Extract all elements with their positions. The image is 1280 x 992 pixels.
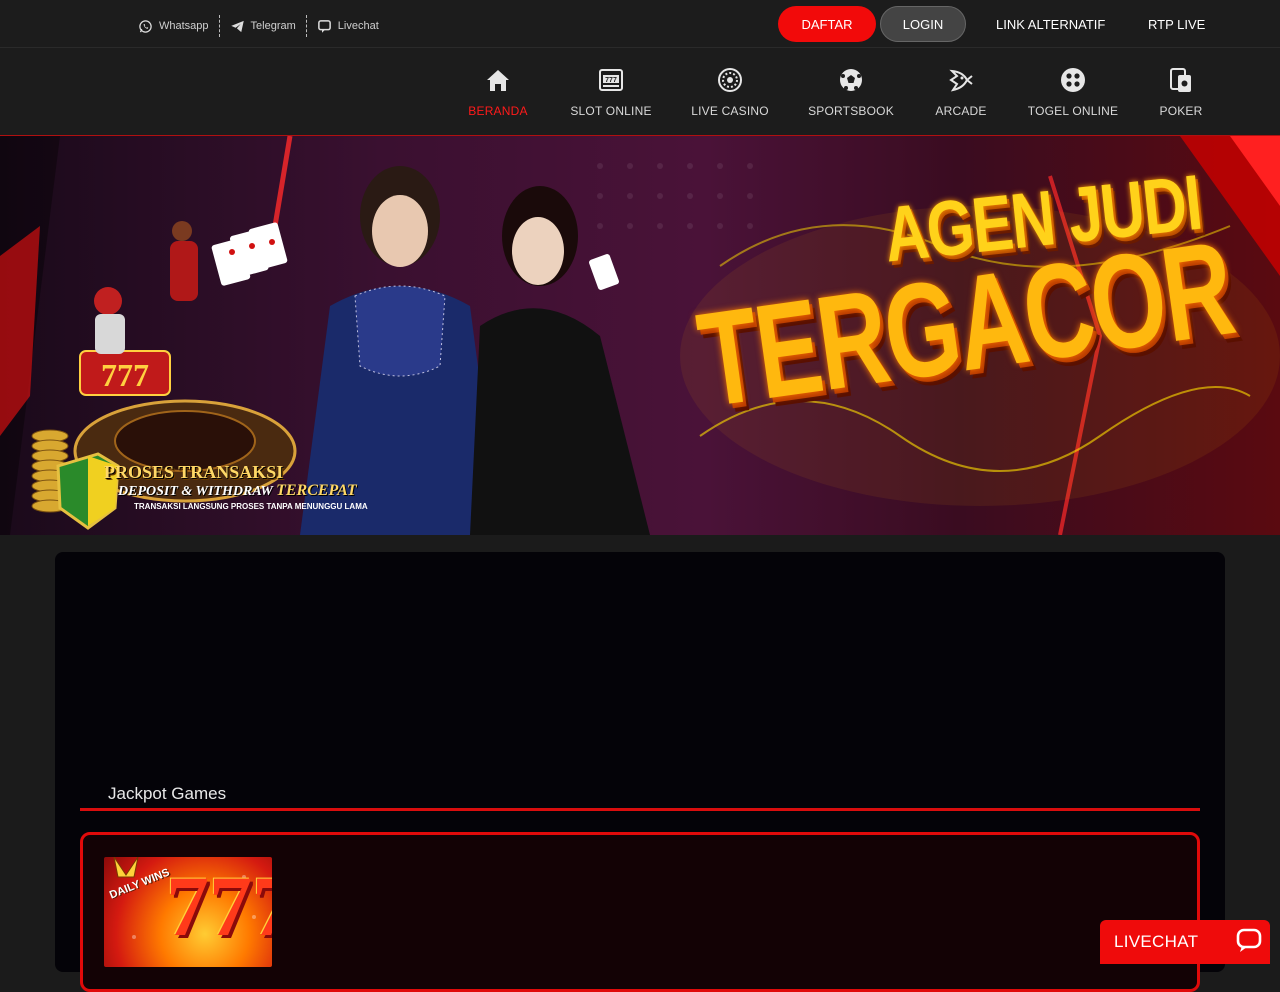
link-alternatif-link[interactable]: LINK ALTERNATIF (996, 6, 1105, 42)
section-title: Jackpot Games (108, 784, 227, 803)
promo-sub-prefix: DEPOSIT & WITHDRAW (118, 484, 273, 499)
chat-bubble-icon (1236, 928, 1262, 952)
livechat-widget-button[interactable]: LIVECHAT (1100, 920, 1270, 964)
whatsapp-link[interactable]: Whatsapp (128, 15, 219, 37)
whatsapp-icon (139, 19, 152, 33)
nav-item-poker[interactable]: POKER (1126, 66, 1236, 118)
nav-label: BERANDA (468, 104, 528, 118)
promo-title: PROSES TRANSAKSI (104, 462, 284, 482)
lottery-ball-icon (1061, 68, 1085, 92)
top-bar: Whatsapp Telegram Livechat DAFTAR LOGIN … (0, 0, 1280, 48)
login-button[interactable]: LOGIN (880, 6, 966, 42)
telegram-label: Telegram (250, 20, 296, 32)
svg-text:777: 777 (101, 357, 149, 393)
hero-banner[interactable]: 777 PROSES TRANSAKSI DEPOSIT & WITHDRAW … (0, 136, 1280, 535)
nav-item-slot-online[interactable]: 777 SLOT ONLINE (556, 66, 666, 118)
contact-links: Whatsapp Telegram Livechat (128, 14, 389, 38)
nav-item-beranda[interactable]: BERANDA (443, 66, 553, 118)
svg-text:777: 777 (605, 77, 617, 84)
promo-subtitle: DEPOSIT & WITHDRAW TERCEPAT (118, 482, 357, 500)
nav-item-sportsbook[interactable]: SPORTSBOOK (796, 66, 906, 118)
telegram-link[interactable]: Telegram (218, 15, 306, 37)
nav-label: SPORTSBOOK (808, 104, 894, 118)
nav-label: SLOT ONLINE (570, 104, 652, 118)
nav-label: LIVE CASINO (691, 104, 769, 118)
promo-sub-highlight: TERCEPAT (276, 482, 357, 499)
livechat-label: LIVECHAT (1114, 932, 1199, 951)
livechat-link-label: Livechat (337, 20, 379, 32)
promo-note: TRANSAKSI LANGSUNG PROSES TANPA MENUNGGU… (134, 502, 368, 511)
fish-icon (949, 69, 973, 92)
livechat-link[interactable]: Livechat (305, 15, 389, 37)
soccer-ball-icon (840, 69, 862, 91)
nav-item-live-casino[interactable]: LIVE CASINO (675, 66, 785, 118)
slot-machine-icon: 777 (599, 69, 623, 91)
home-icon (487, 70, 509, 91)
telegram-icon (230, 20, 244, 32)
nav-label: ARCADE (935, 104, 987, 118)
nav-item-togel-online[interactable]: TOGEL ONLINE (1018, 66, 1128, 118)
game-digits: 777 (166, 858, 272, 954)
poker-cards-icon (1170, 68, 1191, 92)
rtp-live-link[interactable]: RTP LIVE (1148, 6, 1205, 42)
nav-label: TOGEL ONLINE (1027, 104, 1119, 118)
nav-item-arcade[interactable]: ARCADE (906, 66, 1016, 118)
roulette-wheel-icon (718, 68, 742, 92)
daftar-button[interactable]: DAFTAR (778, 6, 876, 42)
section-divider (80, 808, 1200, 811)
nav-label: POKER (1159, 104, 1203, 118)
chat-bubble-icon (317, 19, 331, 33)
whatsapp-label: Whatsapp (159, 20, 209, 32)
main-nav: BERANDA 777 SLOT ONLINE LIVE CASINO SPOR… (0, 48, 1280, 136)
game-card-daily-wins-777[interactable]: DAILY WINS 777 (104, 857, 272, 967)
